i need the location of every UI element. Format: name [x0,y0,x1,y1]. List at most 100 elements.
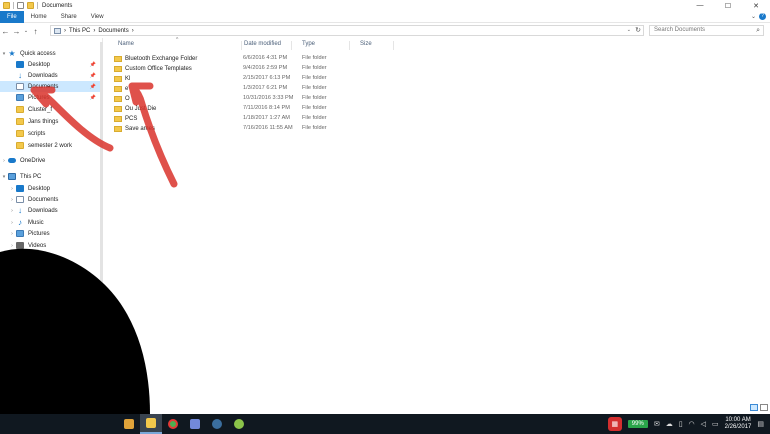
back-button[interactable]: ← [0,25,11,37]
close-button[interactable]: ✕ [742,0,770,11]
file-list-pane: ^ Name Date modified Type Size Bluetooth… [104,37,770,414]
folder-icon [16,106,24,113]
sidebar-item-pc-music[interactable]: › ♪ Music [0,217,100,228]
pin-icon[interactable]: 📌 [90,73,96,79]
folder-icon [114,66,122,72]
videos-icon [16,242,24,249]
breadcrumb-this-pc[interactable]: This PC [69,28,90,34]
search-icon[interactable]: ⌕ [756,26,760,35]
maximize-button[interactable]: ☐ [714,0,742,11]
sidebar-item-documents[interactable]: Documents 📌 [0,81,100,92]
file-row[interactable]: PCS 1/18/2017 1:27 AM File folder [114,114,338,124]
collapse-chevron-icon[interactable]: ▾ [0,51,8,57]
details-view-icon[interactable] [750,404,758,411]
sidebar-item-pc-pictures[interactable]: › Pictures [0,228,100,239]
action-center-icon[interactable]: ▭ [712,420,719,428]
notification-icon[interactable]: ✉ [654,420,660,428]
expand-chevron-icon[interactable]: › [8,220,16,226]
file-row[interactable]: Bluetooth Exchange Folder 6/6/2016 4:31 … [114,54,338,64]
help-icon[interactable]: ? [759,13,766,20]
sidebar-item-semester-2-work[interactable]: semester 2 work [0,140,100,151]
expand-chevron-icon[interactable]: › [8,231,16,237]
folder-icon [114,126,122,132]
sidebar-item-cluster[interactable]: Cluster_f [0,104,100,115]
sidebar-item-onedrive[interactable]: › OneDrive [0,155,100,166]
pin-icon[interactable]: 📌 [90,62,96,68]
onedrive-tray-icon[interactable]: ☁ [666,420,673,428]
volume-icon[interactable]: ◁ [701,420,706,428]
expand-chevron-icon[interactable]: › [8,208,16,214]
clock[interactable]: 10:00 AM 2/26/2017 [725,417,752,431]
battery-indicator[interactable]: 99% [627,420,648,428]
notification-center-icon[interactable]: ▤ [757,420,764,428]
taskbar-discord[interactable] [184,414,206,434]
expand-chevron-icon[interactable]: › [8,186,16,192]
file-row[interactable]: e 1/3/2017 6:21 PM File folder [114,84,338,94]
up-button[interactable]: ↑ [30,25,41,37]
tab-view[interactable]: View [84,11,111,23]
tray-app-icon[interactable]: ▦ [607,417,622,431]
file-row[interactable]: Ou Just Die 7/11/2016 8:14 PM File folde… [114,104,338,114]
sidebar-item-scripts[interactable]: scripts [0,128,100,139]
taskbar-file-explorer[interactable] [140,414,162,434]
file-date: 1/3/2017 6:21 PM [243,85,288,91]
properties-icon[interactable] [17,2,24,9]
sidebar-item-pictures[interactable]: Pictures 📌 [0,92,100,103]
sidebar-item-pc-documents[interactable]: › Documents [0,194,100,205]
expand-ribbon-icon[interactable]: ⌄ [751,13,756,20]
sidebar-item-downloads[interactable]: ↓ Downloads 📌 [0,70,100,81]
desktop-icon [16,185,24,192]
tab-home[interactable]: Home [24,11,54,23]
sidebar-item-this-pc[interactable]: ▾ This PC [0,171,100,182]
sidebar-item-quick-access[interactable]: ▾ ★ Quick access [0,48,100,59]
breadcrumb-documents[interactable]: Documents [98,28,128,34]
recent-locations-button[interactable]: ⌄ [22,25,30,37]
taskbar-media-player[interactable] [118,414,140,434]
sidebar-item-label: semester 2 work [28,142,73,149]
large-icons-view-icon[interactable] [760,404,768,411]
collapse-chevron-icon[interactable]: ▾ [0,174,8,180]
expand-chevron-icon[interactable]: › [8,243,16,249]
column-header-name[interactable]: Name [108,41,242,50]
folder-icon [16,130,24,137]
sidebar-item-pc-videos[interactable]: › Videos [0,240,100,251]
refresh-icon[interactable]: ↻ [635,26,641,34]
expand-chevron-icon[interactable]: › [0,158,8,164]
wifi-icon[interactable]: ◠ [689,420,695,428]
file-name: Kl [125,76,131,82]
sidebar-item-label: Downloads [28,72,58,79]
sidebar-item-pc-downloads[interactable]: › ↓ Downloads [0,205,100,216]
column-header-size[interactable]: Size [350,41,394,50]
column-header-date-modified[interactable]: Date modified [234,41,292,50]
forward-button[interactable]: → [11,25,22,37]
sidebar-item-pc-desktop[interactable]: › Desktop [0,183,100,194]
pin-icon[interactable]: 📌 [90,84,96,90]
file-row[interactable]: Save ames 7/16/2016 11:55 AM File folder [114,124,338,134]
new-folder-icon[interactable] [27,2,34,9]
breadcrumb-separator: › [64,27,66,34]
file-name: Bluetooth Exchange Folder [125,56,198,62]
sidebar-item-desktop[interactable]: Desktop 📌 [0,59,100,70]
taskbar-app[interactable] [228,414,250,434]
search-input[interactable]: Search Documents ⌕ [649,25,764,36]
file-row[interactable]: Kl 2/15/2017 6:13 PM File folder [114,74,338,84]
battery-icon[interactable]: ▯ [679,420,683,428]
tab-share[interactable]: Share [54,11,84,23]
minimize-button[interactable]: — [686,0,714,11]
sidebar-item-jans-things[interactable]: Jans things [0,116,100,127]
file-row[interactable]: O 10/31/2016 3:33 PM File folder [114,94,338,104]
address-dropdown-icon[interactable]: ⌄ [627,27,631,33]
address-bar[interactable]: › This PC › Documents › ⌄ ↻ [50,25,644,36]
navigation-pane-scrollbar[interactable] [100,42,103,312]
folder-icon [3,2,10,9]
column-header-type[interactable]: Type [292,41,350,50]
tab-file[interactable]: File [0,10,24,23]
pin-icon[interactable]: 📌 [90,95,96,101]
search-placeholder: Search Documents [654,27,706,33]
taskbar-chrome[interactable] [162,414,184,434]
file-row[interactable]: Custom Office Templates 9/4/2016 2:59 PM… [114,64,338,74]
sidebar-item-label: Documents [28,83,59,90]
folder-icon [114,76,122,82]
expand-chevron-icon[interactable]: › [8,197,16,203]
taskbar-steam[interactable] [206,414,228,434]
